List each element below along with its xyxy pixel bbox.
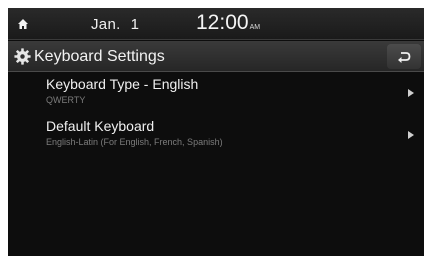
- screen: Jan. 1 12:00AM Keyboard Settings Keyboar…: [8, 8, 424, 256]
- clock-ampm: AM: [249, 24, 261, 31]
- list-item-title: Default Keyboard: [46, 118, 155, 134]
- back-arrow-icon: [398, 51, 411, 63]
- clock: 12:00AM: [196, 11, 260, 35]
- list-item-subtitle: QWERTY: [46, 95, 86, 105]
- chevron-right-icon: [408, 89, 414, 97]
- home-button[interactable]: [8, 8, 38, 40]
- gear-icon: [14, 48, 31, 65]
- home-icon: [18, 19, 28, 29]
- date: Jan. 1: [91, 16, 139, 33]
- list-item-subtitle: English-Latin (For English, French, Span…: [46, 137, 223, 147]
- date-day: 1: [130, 16, 140, 33]
- page-title: Keyboard Settings: [34, 48, 165, 65]
- chevron-right-icon: [408, 131, 414, 139]
- status-bar: Jan. 1 12:00AM: [8, 8, 424, 40]
- list-item-default-keyboard[interactable]: Default Keyboard English-Latin (For Engl…: [8, 114, 424, 156]
- clock-time: 12:00: [196, 11, 249, 34]
- title-bar: Keyboard Settings: [8, 41, 424, 72]
- date-month: Jan.: [91, 16, 121, 33]
- list-item-keyboard-type[interactable]: Keyboard Type - English QWERTY: [8, 72, 424, 114]
- back-button[interactable]: [387, 44, 421, 69]
- list-item-title: Keyboard Type - English: [46, 76, 199, 92]
